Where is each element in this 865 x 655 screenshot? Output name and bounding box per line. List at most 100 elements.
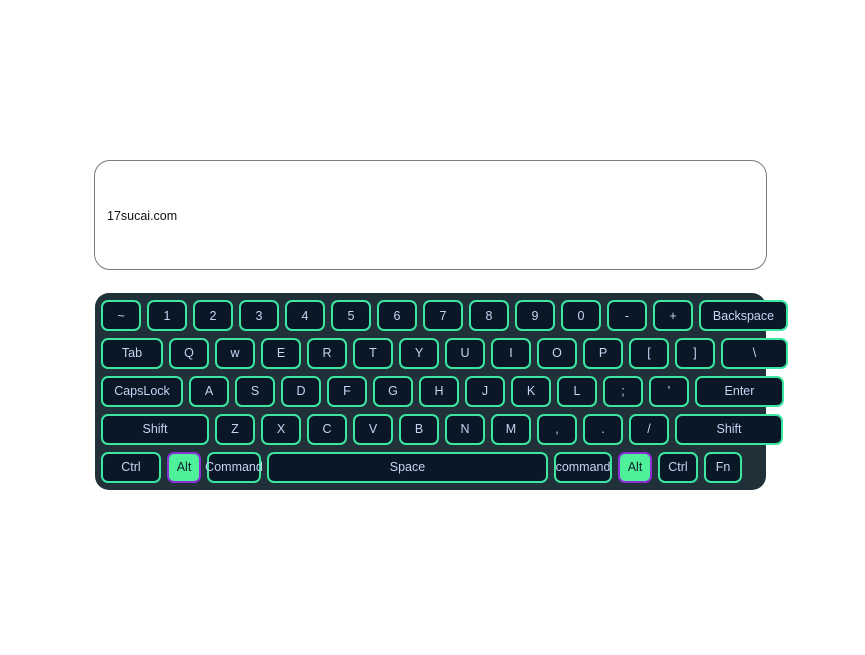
key-label: 5 (347, 308, 355, 323)
key-label: I (509, 346, 513, 361)
key-symbol[interactable]: ; (603, 375, 643, 407)
key-o[interactable]: O (537, 338, 577, 370)
key-symbol[interactable]: , (537, 413, 577, 445)
key-alt[interactable]: Alt (618, 451, 652, 483)
key-label: Shift (142, 422, 168, 437)
key-label: command (555, 459, 611, 474)
keyboard-row-modifier-row: Ctrl Alt Command Space command Alt Ctrl Fn (101, 451, 760, 483)
key-capslock[interactable]: CapsLock (101, 375, 183, 407)
key-label: Tab (121, 346, 143, 361)
key-f[interactable]: F (327, 375, 367, 407)
key-l[interactable]: L (557, 375, 597, 407)
key-label: 2 (209, 308, 217, 323)
key-1[interactable]: 1 (147, 300, 187, 332)
key-label: J (481, 384, 489, 399)
key-2[interactable]: 2 (193, 300, 233, 332)
key-shift[interactable]: Shift (675, 413, 783, 445)
key-symbol[interactable]: ~ (101, 300, 141, 332)
key-label: 7 (439, 308, 447, 323)
key-space[interactable]: Space (267, 451, 548, 483)
key-label: U (460, 346, 470, 361)
key-w[interactable]: w (215, 338, 255, 370)
key-label: Fn (715, 459, 731, 474)
key-label: ; (621, 384, 625, 399)
key-symbol[interactable]: - (607, 300, 647, 332)
key-b[interactable]: B (399, 413, 439, 445)
key-4[interactable]: 4 (285, 300, 325, 332)
key-q[interactable]: Q (169, 338, 209, 370)
key-label: Alt (176, 459, 192, 474)
key-label: M (505, 422, 517, 437)
key-n[interactable]: N (445, 413, 485, 445)
key-symbol[interactable]: \ (721, 338, 788, 370)
key-j[interactable]: J (465, 375, 505, 407)
key-label: / (647, 422, 651, 437)
key-label: 6 (393, 308, 401, 323)
key-alt[interactable]: Alt (167, 451, 201, 483)
key-t[interactable]: T (353, 338, 393, 370)
key-i[interactable]: I (491, 338, 531, 370)
key-label: 3 (255, 308, 263, 323)
key-label: [ (647, 346, 651, 361)
key-0[interactable]: 0 (561, 300, 601, 332)
key-label: F (343, 384, 351, 399)
key-enter[interactable]: Enter (695, 375, 784, 407)
key-backspace[interactable]: Backspace (699, 300, 788, 332)
key-m[interactable]: M (491, 413, 531, 445)
key-symbol[interactable]: + (653, 300, 693, 332)
key-symbol[interactable]: / (629, 413, 669, 445)
key-c[interactable]: C (307, 413, 347, 445)
key-g[interactable]: G (373, 375, 413, 407)
key-tab[interactable]: Tab (101, 338, 163, 370)
key-shift[interactable]: Shift (101, 413, 209, 445)
key-5[interactable]: 5 (331, 300, 371, 332)
key-symbol[interactable]: [ (629, 338, 669, 370)
key-label: ' (667, 384, 671, 399)
key-ctrl[interactable]: Ctrl (658, 451, 698, 483)
key-r[interactable]: R (307, 338, 347, 370)
key-label: ~ (117, 308, 125, 323)
key-a[interactable]: A (189, 375, 229, 407)
key-symbol[interactable]: . (583, 413, 623, 445)
key-label: T (369, 346, 377, 361)
key-label: w (230, 346, 240, 361)
key-label: L (573, 384, 581, 399)
key-z[interactable]: Z (215, 413, 255, 445)
key-label: Ctrl (121, 459, 141, 474)
key-symbol[interactable]: ' (649, 375, 689, 407)
key-p[interactable]: P (583, 338, 623, 370)
key-command[interactable]: command (554, 451, 612, 483)
key-y[interactable]: Y (399, 338, 439, 370)
key-d[interactable]: D (281, 375, 321, 407)
key-label: , (555, 422, 559, 437)
key-label: 9 (531, 308, 539, 323)
key-label: N (460, 422, 470, 437)
key-label: 1 (163, 308, 171, 323)
key-label: G (388, 384, 398, 399)
key-symbol[interactable]: ] (675, 338, 715, 370)
key-k[interactable]: K (511, 375, 551, 407)
key-s[interactable]: S (235, 375, 275, 407)
text-input[interactable] (94, 160, 767, 270)
key-command[interactable]: Command (205, 451, 263, 483)
key-ctrl[interactable]: Ctrl (101, 451, 161, 483)
key-label: P (598, 346, 608, 361)
key-label: X (276, 422, 286, 437)
key-label: K (526, 384, 536, 399)
key-3[interactable]: 3 (239, 300, 279, 332)
key-9[interactable]: 9 (515, 300, 555, 332)
key-label: 4 (301, 308, 309, 323)
key-u[interactable]: U (445, 338, 485, 370)
key-x[interactable]: X (261, 413, 301, 445)
key-e[interactable]: E (261, 338, 301, 370)
key-7[interactable]: 7 (423, 300, 463, 332)
key-label: 8 (485, 308, 493, 323)
key-fn[interactable]: Fn (704, 451, 742, 483)
key-h[interactable]: H (419, 375, 459, 407)
key-6[interactable]: 6 (377, 300, 417, 332)
key-v[interactable]: V (353, 413, 393, 445)
key-8[interactable]: 8 (469, 300, 509, 332)
key-label: S (250, 384, 260, 399)
key-label: Alt (627, 459, 643, 474)
key-label: Ctrl (668, 459, 688, 474)
